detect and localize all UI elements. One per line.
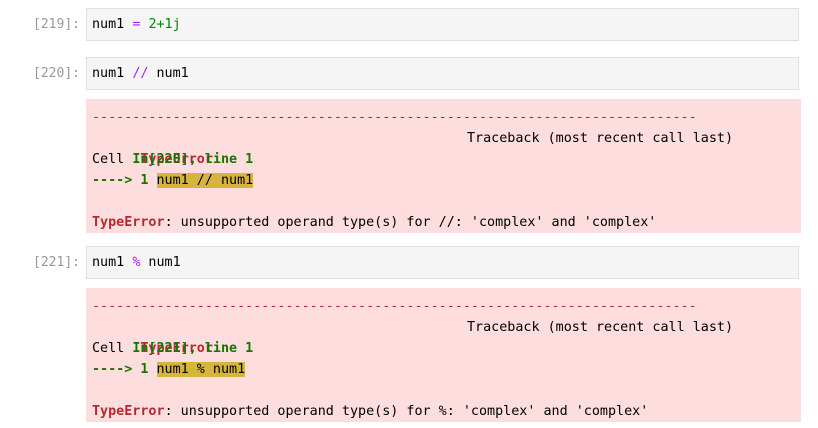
traceback-arrow-line: ----> 1 num1 % num1 — [92, 359, 801, 380]
cell-prompt: [220]: — [33, 66, 80, 81]
highlighted-code: num1 % num1 — [156, 362, 246, 377]
cell-reference: In[220], line 1 — [132, 152, 254, 167]
code-text: num1 — [92, 255, 133, 270]
cell-reference: In[221], line 1 — [132, 341, 254, 356]
traceback-cell-line: Cell In[220], line 1 — [92, 149, 801, 170]
error-message-type: TypeError — [92, 215, 165, 230]
error-output-221: ----------------------------------------… — [86, 288, 801, 422]
traceback-arrow-line: ----> 1 num1 // num1 — [92, 170, 801, 191]
error-message: : unsupported operand type(s) for //: 'c… — [164, 215, 657, 230]
cell-prefix: Cell — [92, 152, 133, 167]
code-text: num1 — [140, 255, 181, 270]
cell-prompt: [219]: — [33, 17, 80, 32]
error-message: : unsupported operand type(s) for %: 'co… — [164, 404, 649, 419]
code-input-221[interactable]: num1 % num1 — [86, 246, 799, 279]
traceback-header: TypeError Traceback (most recent call la… — [92, 128, 801, 167]
code-number: 2+1j — [148, 17, 181, 32]
code-text: num1 — [92, 66, 133, 81]
code-input-220[interactable]: num1 // num1 — [86, 57, 799, 90]
traceback-label: Traceback (most recent call last) — [467, 320, 734, 335]
code-operator: // — [132, 66, 149, 81]
arrow-marker: ----> 1 — [92, 362, 157, 377]
cell-prefix: Cell — [92, 341, 133, 356]
traceback-separator: ----------------------------------------… — [92, 299, 697, 314]
traceback-label: Traceback (most recent call last) — [467, 131, 734, 146]
error-message-line: TypeError: unsupported operand type(s) f… — [92, 401, 801, 422]
code-text: num1 — [148, 66, 189, 81]
code-input-219[interactable]: num1 = 2+1j — [86, 8, 799, 41]
arrow-marker: ----> 1 — [92, 173, 157, 188]
traceback-separator: ----------------------------------------… — [92, 110, 697, 125]
error-message-line: TypeError: unsupported operand type(s) f… — [92, 212, 801, 233]
code-text: num1 — [92, 17, 133, 32]
error-output-220: ----------------------------------------… — [86, 99, 801, 233]
traceback-cell-line: Cell In[221], line 1 — [92, 338, 801, 359]
traceback-header: TypeError Traceback (most recent call la… — [92, 317, 801, 356]
error-message-type: TypeError — [92, 404, 165, 419]
cell-prompt: [221]: — [33, 255, 80, 270]
highlighted-code: num1 // num1 — [156, 173, 254, 188]
